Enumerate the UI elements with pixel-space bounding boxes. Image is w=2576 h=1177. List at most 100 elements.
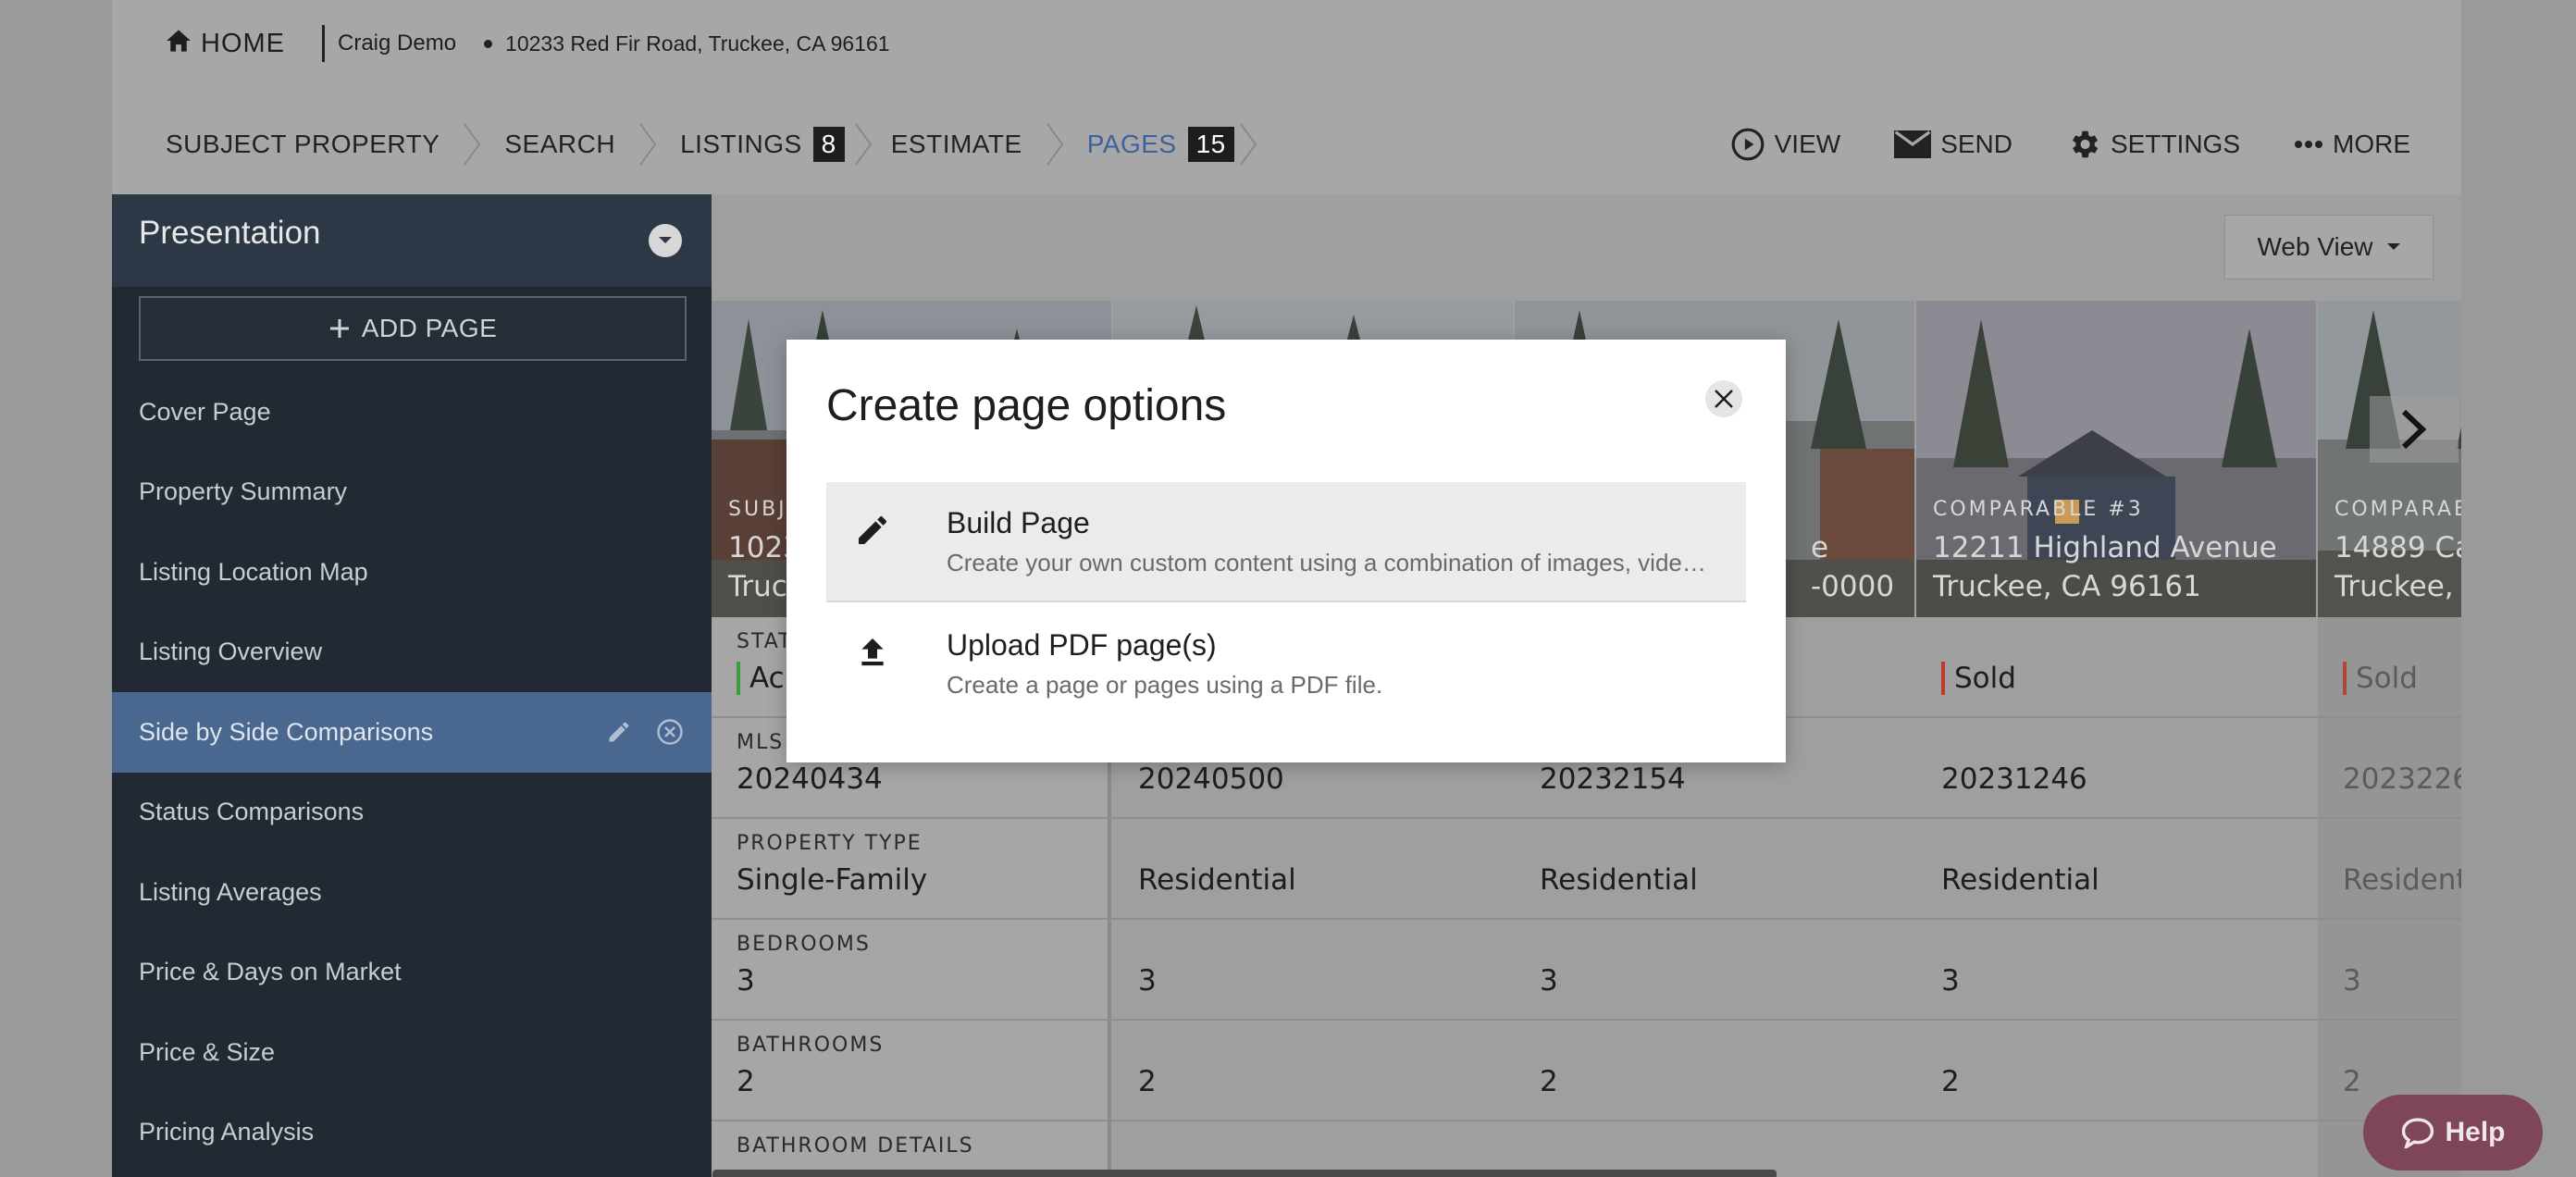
build-page-option[interactable]: Build Page Create your own custom conten…: [826, 482, 1746, 602]
left-gutter: [0, 0, 112, 1177]
table-cell: 3: [1515, 920, 1914, 1019]
nav-step-search[interactable]: SEARCH: [504, 130, 615, 159]
table-cell: Residential: [1515, 819, 1914, 918]
table-cell: [1515, 1121, 1914, 1177]
upload-pdf-option[interactable]: Upload PDF page(s) Create a page or page…: [826, 604, 1746, 725]
settings-button[interactable]: SETTINGS: [2066, 127, 2240, 162]
cell-value: 2: [2343, 1065, 2361, 1098]
nav-step-estimate[interactable]: ESTIMATE: [891, 130, 1022, 159]
table-cell: 2: [1916, 1021, 2316, 1120]
dialog-title: Create page options: [826, 381, 1227, 430]
cell-value: 20231246: [1941, 762, 2087, 796]
photo-street: 12211 Highland Avenue: [1933, 531, 2277, 564]
status-text: Sold: [1954, 662, 2016, 695]
help-button[interactable]: Help: [2363, 1095, 2543, 1171]
more-button[interactable]: MORE: [2294, 130, 2410, 159]
option-title: Upload PDF page(s): [947, 628, 1217, 662]
caret-down-icon: [2386, 243, 2400, 250]
cell-value: 20232154: [1540, 762, 1686, 796]
photo-city: -0000: [1811, 570, 1895, 603]
workflow-nav: SUBJECT PROPERTY SEARCH LISTINGS 8 ESTIMA…: [166, 120, 1262, 168]
play-circle-icon: [1731, 128, 1765, 161]
sidebar-item-status-comparisons[interactable]: Status Comparisons: [112, 773, 712, 853]
nav-step-label: SUBJECT PROPERTY: [166, 130, 440, 158]
status-indicator: [2343, 662, 2347, 695]
close-icon[interactable]: [1705, 380, 1742, 417]
cell-value: Residential: [1540, 863, 1698, 897]
table-cell: 3: [2318, 920, 2461, 1019]
plus-icon: [329, 319, 349, 338]
status-value: Sold: [1941, 662, 2316, 695]
view-button[interactable]: VIEW: [1730, 127, 1840, 162]
page-list: Cover Page Property Summary Listing Loca…: [112, 372, 712, 1172]
help-label: Help: [2445, 1117, 2506, 1147]
cell-value: 3: [1540, 964, 1558, 997]
sidebar-item-listing-location-map[interactable]: Listing Location Map: [112, 532, 712, 613]
mail-icon: [1894, 130, 1932, 158]
row-label: [1540, 832, 1914, 858]
header-actions: VIEW SEND SETTINGS MORE: [1677, 120, 2410, 168]
table-cell: Residentia: [2318, 819, 2461, 918]
breadcrumb-dot: [484, 39, 493, 48]
status-indicator: [737, 662, 740, 695]
sidebar-item-label: Listing Overview: [139, 638, 323, 666]
sidebar-item-listing-overview[interactable]: Listing Overview: [112, 613, 712, 693]
pencil-icon[interactable]: [606, 719, 632, 745]
send-label: SEND: [1940, 130, 2012, 158]
nav-step-label: ESTIMATE: [890, 130, 1022, 158]
client-name[interactable]: Craig Demo: [338, 31, 456, 56]
table-cell: BATHROOMS 2: [712, 1021, 1111, 1120]
sidebar-item-label: Side by Side Comparisons: [139, 717, 434, 746]
home-icon[interactable]: [166, 29, 192, 59]
photo-city: Truckee, C: [2334, 570, 2461, 603]
sidebar-item-label: Price & Size: [139, 1037, 276, 1066]
home-link[interactable]: HOME: [201, 29, 285, 59]
table-cell: 3: [1916, 920, 2316, 1019]
sidebar-item-pricing-analysis[interactable]: Pricing Analysis: [112, 1093, 712, 1173]
nav-step-subject-property[interactable]: SUBJECT PROPERTY: [166, 130, 440, 159]
remove-circle-icon[interactable]: [656, 718, 684, 746]
chevron-right-icon: [440, 120, 504, 168]
chevron-down-icon[interactable]: [649, 224, 682, 257]
view-mode-select[interactable]: Web View: [2224, 215, 2434, 279]
send-button[interactable]: SEND: [1894, 130, 2012, 159]
sidebar-item-price-days-on-market[interactable]: Price & Days on Market: [112, 933, 712, 1013]
row-label: BATHROOM DETAILS: [737, 1134, 974, 1158]
cell-value: 20240500: [1138, 762, 1284, 796]
sidebar-item-listing-averages[interactable]: Listing Averages: [112, 852, 712, 933]
listing-photo-comparable-3[interactable]: COMPARABLE #3 12211 Highland Avenue Truc…: [1916, 301, 2316, 617]
nav-step-listings[interactable]: LISTINGS 8: [680, 127, 845, 162]
table-cell: BATHROOM DETAILS: [712, 1121, 1111, 1177]
chat-bubble-icon: [2402, 1118, 2434, 1148]
row-label: [1941, 832, 2316, 858]
top-header: HOME Craig Demo 10233 Red Fir Road, Truc…: [112, 0, 2461, 194]
photo-caption: COMPARABLE #3 12211 Highland Avenue Truc…: [1933, 498, 2277, 606]
table-cell: Sold: [2318, 617, 2461, 716]
cell-value: 3: [737, 964, 755, 997]
status-text: Sold: [2356, 662, 2418, 695]
sidebar-item-label: Pricing Analysis: [139, 1118, 315, 1146]
sidebar-header: Presentation: [112, 194, 712, 287]
sidebar-item-label: Listing Location Map: [139, 557, 368, 586]
cell-value: 3: [1138, 964, 1157, 997]
chevron-right-icon: [1022, 120, 1087, 168]
sidebar-item-property-summary[interactable]: Property Summary: [112, 452, 712, 533]
table-row-property-type: PROPERTY TYPE Single-Family Residential R…: [712, 819, 2461, 920]
pencil-icon: [854, 512, 891, 553]
chevron-right-icon: [1234, 120, 1262, 168]
sidebar-item-price-size[interactable]: Price & Size: [112, 1012, 712, 1093]
chevron-right-icon: [615, 120, 680, 168]
sidebar-item-side-by-side-comparisons[interactable]: Side by Side Comparisons: [112, 692, 712, 773]
cell-value: 2: [1941, 1065, 1960, 1098]
next-photo-button[interactable]: [2370, 396, 2458, 463]
table-cell: Residential: [1113, 819, 1513, 918]
add-page-button[interactable]: ADD PAGE: [139, 296, 687, 361]
table-row-bedrooms: BEDROOMS 3 3 3 3 3: [712, 920, 2461, 1021]
photo-caption-tag: COMPARABL: [2334, 498, 2461, 521]
photo-caption: e -0000: [1811, 521, 1894, 606]
sidebar-item-cover-page[interactable]: Cover Page: [112, 372, 712, 452]
nav-step-pages[interactable]: PAGES 15: [1087, 127, 1234, 162]
table-cell: Residential: [1916, 819, 2316, 918]
right-gutter: [2461, 0, 2576, 1177]
subject-address[interactable]: 10233 Red Fir Road, Truckee, CA 96161: [505, 31, 890, 56]
